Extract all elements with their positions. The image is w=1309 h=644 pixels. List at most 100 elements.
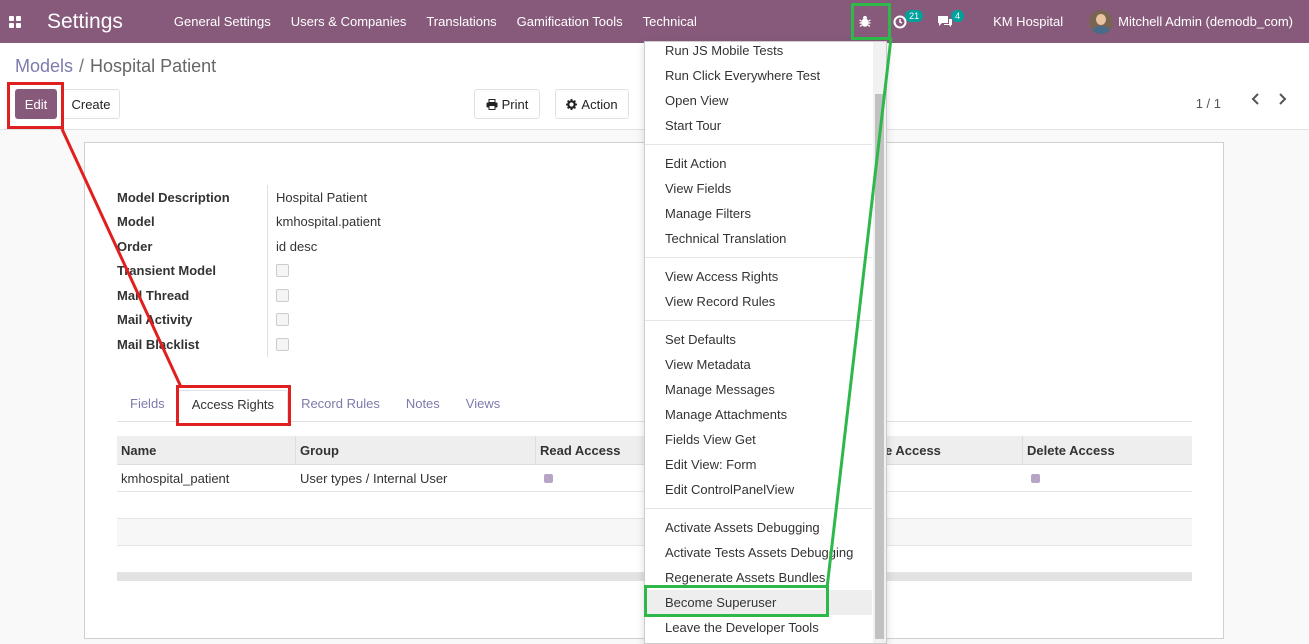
app-title: Settings (47, 9, 123, 33)
menu-run-js-mobile-tests[interactable]: Run JS Mobile Tests (645, 42, 886, 63)
action-button[interactable]: Action (555, 89, 629, 119)
menu-manage-attachments[interactable]: Manage Attachments (645, 402, 886, 427)
breadcrumb-separator: / (79, 56, 85, 76)
menu-activate-assets-debugging[interactable]: Activate Assets Debugging (645, 515, 886, 540)
menu-divider (645, 508, 872, 509)
field-label: Mail Blacklist (117, 336, 200, 352)
field-value: kmhospital.patient (267, 209, 381, 234)
company-switcher[interactable]: KM Hospital (979, 14, 1077, 29)
field-mail-thread: Mail Thread (117, 283, 381, 308)
mail-blacklist-checkbox[interactable] (276, 337, 289, 351)
avatar (1089, 9, 1114, 34)
field-label: Mail Thread (117, 287, 190, 303)
menu-technical-translation[interactable]: Technical Translation (645, 226, 886, 251)
cell-group: User types / Internal User (300, 470, 448, 486)
delete-access-checkbox (1031, 473, 1040, 483)
messages-badge: 4 (951, 10, 965, 22)
menu-open-view[interactable]: Open View (645, 88, 886, 113)
activity-badge: 21 (905, 10, 924, 22)
field-mail-activity: Mail Activity (117, 307, 381, 332)
model-fields: Model Description Hospital Patient Model… (117, 185, 381, 357)
highlight-become-superuser (644, 585, 829, 617)
user-name: Mitchell Admin (demodb_com) (1118, 14, 1293, 29)
menu-view-record-rules[interactable]: View Record Rules (645, 289, 886, 314)
menu-edit-view-form[interactable]: Edit View: Form (645, 452, 886, 477)
highlight-access-rights-tab (176, 385, 291, 426)
menu-gamification-tools[interactable]: Gamification Tools (507, 0, 633, 43)
field-label: Transient Model (117, 263, 216, 279)
print-button[interactable]: Print (474, 89, 540, 119)
read-access-checkbox (544, 473, 553, 483)
menu-manage-messages[interactable]: Manage Messages (645, 377, 886, 402)
column-header-create[interactable]: e Access (880, 436, 1023, 464)
cell-delete (1023, 473, 1192, 483)
chevron-right-icon[interactable] (1278, 93, 1287, 105)
pager-arrows (1251, 93, 1287, 105)
field-model: Model kmhospital.patient (117, 209, 381, 234)
menu-divider (645, 257, 872, 258)
menu-manage-filters[interactable]: Manage Filters (645, 201, 886, 226)
mail-activity-checkbox[interactable] (276, 313, 289, 327)
highlight-debug-icon (851, 3, 891, 40)
cell-name: kmhospital_patient (121, 470, 230, 486)
breadcrumb-current: Hospital Patient (90, 56, 217, 76)
menu-run-click-everywhere[interactable]: Run Click Everywhere Test (645, 63, 886, 88)
menu-view-fields[interactable]: View Fields (645, 176, 886, 201)
apps-grid-icon[interactable] (0, 0, 30, 43)
tab-record-rules[interactable]: Record Rules (288, 390, 393, 422)
tab-views[interactable]: Views (453, 390, 513, 422)
gear-icon (566, 98, 578, 110)
field-model-description: Model Description Hospital Patient (117, 185, 381, 210)
field-transient-model: Transient Model (117, 258, 381, 283)
field-value: Hospital Patient (267, 185, 367, 210)
field-value (267, 307, 289, 332)
field-order: Order id desc (117, 234, 381, 259)
breadcrumb: Models / Hospital Patient (15, 56, 216, 77)
pager-value[interactable]: 1 / 1 (1196, 96, 1221, 111)
debug-menu-dropdown: Run JS Mobile Tests Run Click Everywhere… (644, 41, 887, 644)
create-button[interactable]: Create (62, 89, 120, 119)
field-mail-blacklist: Mail Blacklist (117, 332, 381, 357)
printer-icon (486, 98, 498, 110)
activity-button[interactable]: 21 (885, 0, 931, 43)
field-label: Model (117, 214, 155, 230)
mail-thread-checkbox[interactable] (276, 288, 289, 302)
chevron-left-icon[interactable] (1251, 93, 1260, 105)
tab-fields[interactable]: Fields (117, 390, 178, 422)
top-navbar: Settings General Settings Users & Compan… (0, 0, 1309, 43)
menu-edit-controlpanelview[interactable]: Edit ControlPanelView (645, 477, 886, 502)
menu-edit-action[interactable]: Edit Action (645, 151, 886, 176)
menu-fields-view-get[interactable]: Fields View Get (645, 427, 886, 452)
column-header-group[interactable]: Group (296, 436, 536, 464)
menu-set-defaults[interactable]: Set Defaults (645, 327, 886, 352)
field-value (267, 283, 289, 308)
dropdown-scrollbar[interactable] (875, 94, 884, 639)
breadcrumb-models-link[interactable]: Models (15, 56, 73, 76)
field-value (267, 258, 289, 283)
field-label: Model Description (117, 189, 230, 205)
column-header-delete[interactable]: Delete Access (1023, 436, 1192, 464)
menu-technical[interactable]: Technical (633, 0, 707, 43)
tab-notes[interactable]: Notes (393, 390, 453, 422)
menu-activate-tests-assets-debugging[interactable]: Activate Tests Assets Debugging (645, 540, 886, 565)
field-value (267, 332, 289, 357)
field-label: Order (117, 238, 153, 254)
user-menu[interactable]: Mitchell Admin (demodb_com) (1089, 9, 1309, 34)
menu-general-settings[interactable]: General Settings (164, 0, 281, 43)
transient-model-checkbox[interactable] (276, 264, 289, 278)
menu-view-metadata[interactable]: View Metadata (645, 352, 886, 377)
print-label: Print (501, 96, 529, 112)
messages-button[interactable]: 4 (931, 0, 979, 43)
action-label: Action (581, 96, 618, 112)
menu-divider (645, 144, 872, 145)
menu-divider (645, 320, 872, 321)
menu-translations[interactable]: Translations (416, 0, 506, 43)
highlight-edit-button (7, 82, 64, 129)
menu-start-tour[interactable]: Start Tour (645, 113, 886, 138)
column-header-name[interactable]: Name (117, 436, 296, 464)
menu-leave-developer-tools[interactable]: Leave the Developer Tools (645, 615, 886, 640)
menu-users-companies[interactable]: Users & Companies (281, 0, 417, 43)
field-label: Mail Activity (117, 312, 193, 328)
menu-view-access-rights[interactable]: View Access Rights (645, 264, 886, 289)
field-value: id desc (267, 234, 317, 259)
